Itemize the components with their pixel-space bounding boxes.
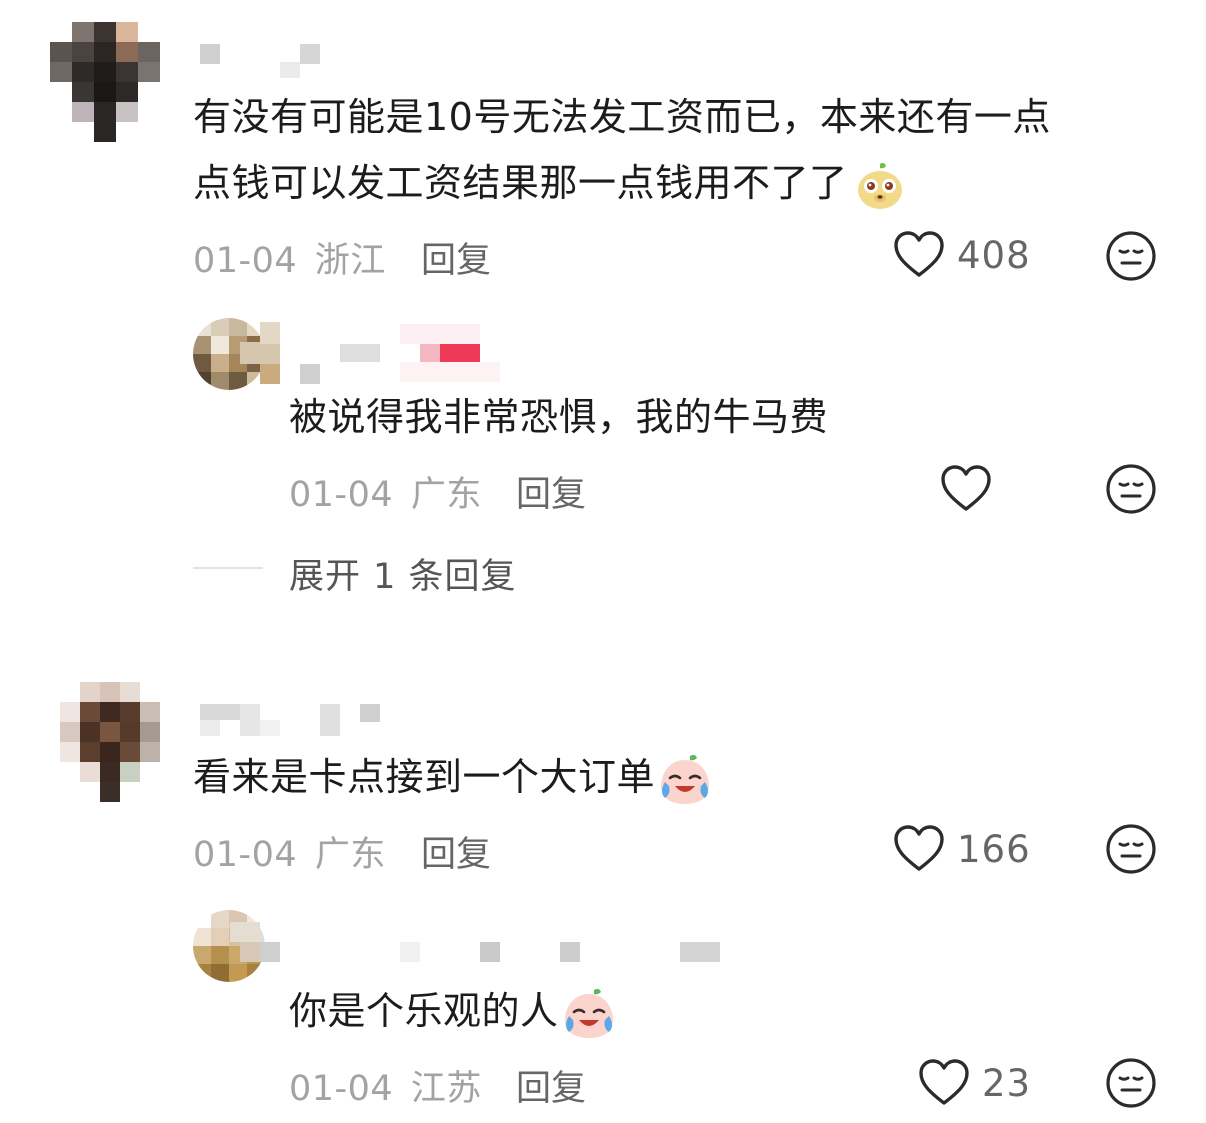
comment-region: 广东	[410, 475, 482, 515]
reply-text: 被说得我非常恐惧，我的牛马费	[289, 395, 829, 439]
heart-outline-icon[interactable]	[893, 824, 945, 874]
heart-outline-icon[interactable]	[893, 230, 945, 280]
reply-button[interactable]: 回复	[421, 232, 491, 283]
avatar[interactable]	[50, 22, 160, 142]
comment-date: 01-04	[193, 835, 298, 875]
meh-face-icon[interactable]	[1105, 1057, 1157, 1109]
reply-text: 你是个乐观的人	[289, 978, 617, 1044]
meh-face-icon[interactable]	[1105, 463, 1157, 515]
like-count: 23	[982, 1062, 1032, 1105]
username[interactable]	[230, 922, 730, 966]
heart-outline-icon[interactable]	[940, 464, 992, 514]
comment-date: 01-04	[193, 241, 298, 281]
comment-date: 01-04	[289, 1069, 394, 1109]
reply-button[interactable]: 回复	[516, 1060, 586, 1111]
username[interactable]	[200, 42, 320, 78]
reply-button[interactable]: 回复	[516, 466, 586, 517]
crying-laughing-emoji	[561, 986, 617, 1042]
comment-meta: 01-04 江苏	[289, 1060, 482, 1111]
comment-region: 广东	[314, 835, 386, 875]
comment-date: 01-04	[289, 475, 394, 515]
dog-face-emoji	[854, 160, 906, 212]
reply-button[interactable]: 回复	[421, 826, 491, 877]
username[interactable]	[200, 702, 380, 738]
comment-text: 看来是卡点接到一个大订单	[193, 744, 713, 810]
comment-meta: 01-04 广东	[289, 466, 482, 517]
comment-region: 江苏	[410, 1069, 482, 1109]
expand-divider	[193, 567, 263, 569]
avatar[interactable]	[60, 682, 160, 802]
comment-text-line: 点钱可以发工资结果那一点钱用不了了	[193, 150, 906, 216]
crying-laughing-emoji	[657, 752, 713, 808]
comment-text-line: 有没有可能是10号无法发工资而已，本来还有一点	[193, 95, 1051, 139]
username[interactable]	[240, 322, 510, 384]
meh-face-icon[interactable]	[1105, 823, 1157, 875]
expand-replies-button[interactable]: 展开 1 条回复	[289, 548, 517, 599]
like-count: 166	[957, 828, 1031, 871]
comment-meta: 01-04 广东	[193, 826, 386, 877]
comment-region: 浙江	[314, 241, 386, 281]
heart-outline-icon[interactable]	[918, 1058, 970, 1108]
comment-meta: 01-04 浙江	[193, 232, 386, 283]
like-count: 408	[957, 234, 1031, 277]
meh-face-icon[interactable]	[1105, 230, 1157, 282]
